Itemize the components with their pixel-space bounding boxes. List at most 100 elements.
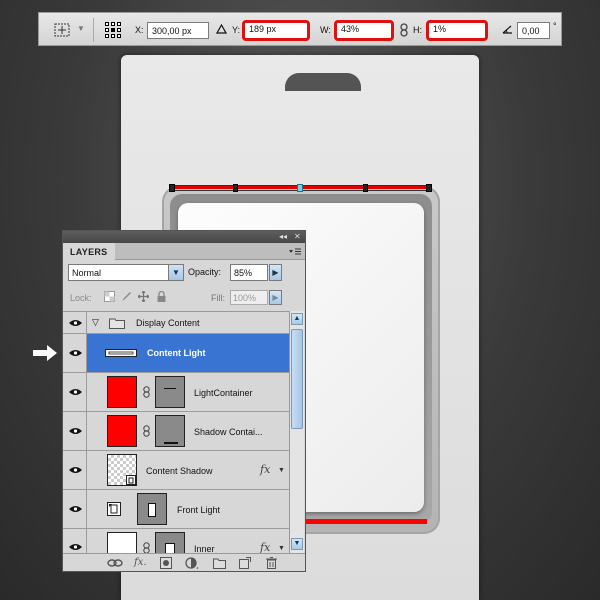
layer-row-inner[interactable]: Inner fx ▼ [63,529,289,553]
new-group-icon[interactable] [213,557,226,569]
tab-layers[interactable]: LAYERS [63,243,115,260]
y-label: Y: [232,25,241,35]
lock-brush-icon[interactable] [121,291,132,302]
delta-icon [216,24,227,34]
fill-slider-button[interactable]: ▶ [269,290,282,305]
y-field[interactable]: 189 px [242,20,310,41]
link-icon[interactable] [400,23,408,37]
layers-scrollbar[interactable]: ▲ ▼ [289,311,304,553]
smart-object-icon [107,502,121,516]
reference-point-icon[interactable] [105,22,121,38]
layer-row-light-container[interactable]: LightContainer [63,373,289,412]
fx-icon[interactable]: fx [260,463,270,476]
layer-row-front-light[interactable]: Front Light [63,490,289,529]
height-field[interactable]: 1% [426,20,488,41]
lock-move-icon[interactable] [138,291,149,302]
h-label: H: [413,25,422,35]
shadow-container-shape [296,519,427,524]
layer-name: Content Light [147,348,206,358]
layer-thumbnail [137,493,167,525]
degree-symbol: ° [553,21,557,31]
chain-icon[interactable] [143,542,150,553]
layer-name: Display Content [136,318,200,328]
opacity-field[interactable]: 85% [230,264,268,281]
layer-row-shadow-container[interactable]: Shadow Contai... [63,412,289,451]
eye-icon[interactable] [69,388,82,396]
visibility-toggle[interactable] [63,490,87,528]
panel-titlebar[interactable]: ◂◂ ✕ [63,231,305,243]
chevron-down-icon[interactable]: ▽ [92,317,99,328]
collapse-icon[interactable]: ◂◂ [279,232,287,241]
scroll-thumb[interactable] [291,329,303,429]
expand-effects-icon[interactable]: ▼ [278,545,285,552]
close-icon[interactable]: ✕ [294,232,301,241]
fx-icon[interactable]: fx [260,541,270,553]
scroll-down-icon[interactable]: ▼ [291,538,303,550]
visibility-toggle[interactable] [63,373,87,411]
transform-handle-right[interactable] [426,184,432,192]
fill-field[interactable]: 100% [230,290,268,305]
expand-effects-icon[interactable]: ▼ [278,467,285,474]
panel-menu-icon[interactable] [289,248,301,256]
transform-tool-icon[interactable] [53,22,71,38]
add-mask-icon[interactable] [160,557,172,569]
panel-bottom-toolbar: fx. [63,553,305,571]
chain-icon[interactable] [143,425,150,437]
layer-name: Content Shadow [146,466,213,476]
visibility-toggle[interactable] [63,451,87,489]
transform-handle-left[interactable] [169,184,175,192]
eye-icon[interactable] [69,543,82,551]
scroll-up-icon[interactable]: ▲ [291,313,303,325]
layer-thumbnail [107,376,137,408]
x-field[interactable]: 300,00 px [147,22,209,39]
w-label: W: [320,25,331,35]
visibility-toggle[interactable] [63,529,87,553]
mask-thumbnail [155,415,185,447]
lock-label: Lock: [70,293,92,303]
layer-row-display-content[interactable]: ▽ Display Content [63,312,289,334]
transform-handle-three-quarter[interactable] [363,184,368,192]
layer-name: Inner [194,544,215,553]
tab-strip [115,243,305,260]
blend-mode-select[interactable]: Normal ▼ [68,264,184,281]
folder-icon [109,318,125,329]
lock-all-icon[interactable] [156,291,167,302]
fill-label: Fill: [211,293,225,303]
opacity-label: Opacity: [188,267,222,277]
layer-row-content-light[interactable]: Content Light [63,334,289,373]
eye-icon[interactable] [69,505,82,513]
layer-name: Shadow Contai... [194,427,263,437]
transform-handle-quarter[interactable] [233,184,238,192]
eye-icon[interactable] [69,466,82,474]
new-layer-icon[interactable] [239,557,251,569]
shape-thumbnail-icon [105,349,137,357]
add-style-icon[interactable]: fx. [134,557,147,569]
trash-icon[interactable] [266,557,277,569]
opacity-slider-button[interactable]: ▶ [269,264,282,281]
adjustment-layer-icon[interactable] [185,557,199,569]
layer-list: ▽ Display Content Content Light LightCon… [63,311,289,553]
eye-icon[interactable] [69,349,82,357]
width-field[interactable]: 43% [334,20,394,41]
transform-handle-center[interactable] [297,184,303,192]
angle-field[interactable]: 0,00 [517,22,550,39]
lock-transparency-icon[interactable] [104,291,115,302]
separator [93,18,94,42]
layer-name: Front Light [177,505,221,515]
tool-preset-dropdown[interactable]: ▼ [77,24,85,33]
layers-panel: ◂◂ ✕ LAYERS Normal ▼ Opacity: 85% ▶ Lock… [62,230,306,572]
arrow-right-icon [33,345,57,361]
visibility-toggle[interactable] [63,412,87,450]
visibility-toggle[interactable] [63,334,87,372]
visibility-toggle[interactable] [63,312,87,333]
layer-row-content-shadow[interactable]: Content Shadow fx ▼ [63,451,289,490]
eye-icon[interactable] [69,427,82,435]
chain-icon[interactable] [143,386,150,398]
layer-thumbnail [107,415,137,447]
link-layers-icon[interactable] [107,557,123,569]
layer-thumbnail [107,532,137,553]
chevron-down-icon[interactable]: ▼ [168,265,183,280]
eye-icon[interactable] [69,319,82,327]
blend-mode-value: Normal [72,268,102,278]
mask-thumbnail [155,532,185,553]
